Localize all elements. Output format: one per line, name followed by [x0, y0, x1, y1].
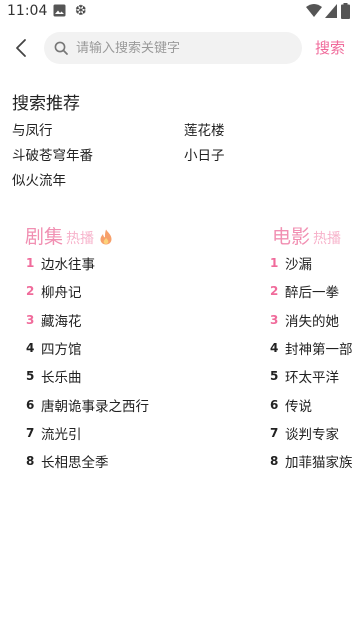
movie-ranking: 电影 热播 1 沙漏 2 醉后一拳 3 消失的她 4 封神第一部 5 环太平洋 6 传说 7谈…	[270, 222, 360, 482]
status-time: 11:04	[7, 3, 48, 19]
ranking-row[interactable]: 4 四方馆	[26, 338, 82, 358]
ranking-title: 柳舟记	[41, 285, 82, 301]
ranking-title: 谈判专家	[285, 427, 339, 443]
ranking-row[interactable]: 1 沙漏	[270, 253, 312, 273]
rank-number: 6	[26, 398, 35, 412]
ranking-row[interactable]: 7 流光引	[26, 423, 82, 443]
rank-number: 4	[270, 341, 279, 355]
ranking-row[interactable]: 8 加菲猫家族	[270, 451, 353, 471]
ranking-row[interactable]: 2 醉后一拳	[270, 281, 339, 301]
ranking-title: 封神第一部	[285, 342, 353, 358]
ranking-row[interactable]: 4 封神第一部	[270, 338, 353, 358]
ranking-title: 四方馆	[41, 342, 82, 358]
section-subtitle: 热播	[66, 231, 95, 247]
cellular-icon	[325, 4, 337, 18]
rank-number: 5	[26, 369, 35, 383]
ranking-title: 长相思全季	[41, 455, 109, 471]
ranking-row[interactable]: 1 边水往事	[26, 253, 95, 273]
search-icon	[54, 41, 68, 55]
ranking-title: 沙漏	[285, 257, 312, 273]
ranking-title: 消失的她	[285, 314, 339, 330]
rank-number: 3	[270, 313, 279, 327]
ranking-row[interactable]: 8 长相思全季	[26, 451, 109, 471]
rank-number: 2	[270, 284, 279, 298]
ranking-row[interactable]: 2 柳舟记	[26, 281, 82, 301]
search-bar: 搜索	[0, 30, 360, 66]
app-notification-icon: ❆	[75, 3, 87, 19]
ranking-title: 唐朝诡事录之西行	[41, 399, 149, 415]
rank-number: 2	[26, 284, 35, 298]
recommend-item[interactable]: 小日子	[184, 144, 225, 164]
ranking-title: 长乐曲	[41, 370, 82, 386]
battery-icon	[341, 3, 350, 19]
ranking-row[interactable]: 3 藏海花	[26, 310, 82, 330]
ranking-title: 边水往事	[41, 257, 95, 273]
recommend-item[interactable]: 斗破苍穹年番	[12, 144, 93, 164]
ranking-title: 流光引	[41, 427, 82, 443]
ranking-title: 醉后一拳	[285, 285, 339, 301]
back-arrow-icon	[16, 39, 26, 57]
rank-number: 4	[26, 341, 35, 355]
series-ranking-header: 剧集 热播	[25, 222, 113, 249]
section-title: 电影	[272, 226, 311, 248]
back-button[interactable]	[8, 34, 34, 62]
ranking-title: 传说	[285, 399, 312, 415]
rank-number: 7	[270, 426, 279, 440]
recommend-item[interactable]: 莲花楼	[184, 119, 225, 139]
section-title: 剧集	[25, 226, 64, 248]
rank-number: 1	[26, 256, 35, 270]
image-icon	[53, 4, 66, 17]
ranking-row[interactable]: 5 长乐曲	[26, 366, 82, 386]
rank-number: 3	[26, 313, 35, 327]
ranking-row[interactable]: 5 环太平洋	[270, 366, 339, 386]
rank-number: 5	[270, 369, 279, 383]
recommend-item[interactable]: 似火流年	[12, 169, 66, 189]
rank-number: 1	[270, 256, 279, 270]
rank-number: 8	[26, 454, 35, 468]
recommend-title: 搜索推荐	[12, 94, 80, 114]
status-bar: 11:04 ❆	[0, 0, 360, 24]
ranking-row[interactable]: 3 消失的她	[270, 310, 339, 330]
search-input[interactable]	[76, 40, 276, 56]
section-subtitle: 热播	[313, 231, 342, 247]
rank-number: 6	[270, 398, 279, 412]
ranking-title: 加菲猫家族	[285, 455, 353, 471]
ranking-title: 藏海花	[41, 314, 82, 330]
movie-ranking-header: 电影 热播	[272, 222, 341, 249]
rank-number: 8	[270, 454, 279, 468]
ranking-title: 环太平洋	[285, 370, 339, 386]
ranking-row[interactable]: 6 唐朝诡事录之西行	[26, 395, 149, 415]
search-box[interactable]	[44, 32, 302, 64]
search-button[interactable]: 搜索	[315, 37, 345, 58]
ranking-row[interactable]: 7 谈判专家	[270, 423, 339, 443]
fire-icon	[100, 229, 112, 245]
recommend-item[interactable]: 与凤行	[12, 119, 53, 139]
wifi-icon	[306, 4, 322, 17]
ranking-row[interactable]: 6 传说	[270, 395, 312, 415]
rank-number: 7	[26, 426, 35, 440]
